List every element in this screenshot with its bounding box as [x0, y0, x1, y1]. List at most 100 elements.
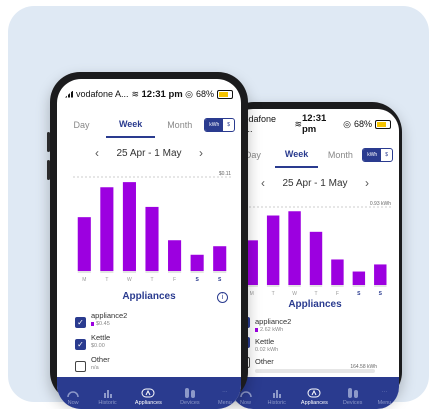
x-tick-label: M — [250, 291, 254, 297]
nav-label: Historic — [98, 400, 117, 406]
list-item: ✓ appliance2 $0.45 — [75, 311, 127, 328]
bar-6[interactable] — [213, 246, 227, 271]
battery-percent: 68% — [195, 89, 214, 99]
battery-icon — [375, 119, 391, 129]
item-name: Kettle — [91, 333, 111, 342]
item-name: Other — [255, 357, 274, 366]
nav-historic[interactable]: Historic — [98, 387, 117, 406]
info-icon[interactable]: i — [217, 292, 228, 303]
unit-dollar[interactable]: $ — [381, 149, 392, 161]
x-tick-label: M — [82, 277, 86, 283]
bar-3[interactable] — [145, 206, 159, 271]
color-swatch — [255, 327, 258, 332]
bar-4[interactable] — [168, 240, 182, 271]
nav-devices[interactable]: Devices — [342, 387, 363, 406]
unit-dollar[interactable]: $ — [223, 119, 234, 131]
date-range-label: 25 Apr - 1 May — [282, 177, 348, 189]
max-label: $0.11 — [219, 171, 231, 177]
unit-toggle[interactable]: kWh $ — [204, 118, 236, 132]
appliances-title-back: Appliances — [288, 299, 342, 310]
tab-day[interactable]: Day — [57, 113, 106, 137]
side-button — [47, 160, 50, 180]
x-tick-label: S — [379, 291, 383, 297]
nav-menu[interactable]: ⋯ Menu — [217, 387, 232, 407]
phone-back-screen: vodafone A...≋ 12:31 pm ◎68% Day Week Mo… — [231, 109, 399, 409]
bar-chart-front: $0.11 M T W T F S S — [73, 171, 231, 283]
status-time: 12:31 pm — [302, 113, 327, 135]
nav-label: Now — [67, 400, 79, 406]
nav-label: Menu — [217, 400, 232, 406]
checkbox-kettle[interactable]: ✓ — [75, 339, 86, 350]
chevron-right-icon[interactable]: › — [199, 146, 203, 160]
bar-chart-icon — [270, 387, 284, 398]
checkbox-other[interactable] — [75, 361, 86, 372]
x-tick-label: W — [292, 291, 297, 297]
battery-icon — [217, 89, 233, 99]
unit-kwh[interactable]: kWh — [363, 149, 382, 161]
nav-devices[interactable]: Devices — [180, 387, 200, 406]
chevron-left-icon[interactable]: ‹ — [261, 176, 265, 190]
nav-label: Appliances — [134, 400, 162, 406]
status-bar: vodafone A...≋ 12:31 pm ◎68% — [57, 79, 241, 109]
phone-front: vodafone A... ≋ 12:31 pm ◎ 68% Day Week Mo… — [47, 72, 248, 409]
item-name: Kettle — [255, 337, 275, 346]
bar-2[interactable] — [122, 182, 136, 271]
plug-icon — [141, 387, 155, 398]
x-tick-label: T — [272, 291, 275, 297]
x-tick-label: F — [173, 277, 176, 283]
chevron-right-icon[interactable]: › — [365, 176, 369, 190]
nav-label: Now — [240, 400, 252, 406]
tab-week[interactable]: Week — [274, 142, 319, 168]
date-range-label: 25 Apr - 1 May — [116, 147, 182, 159]
x-tick-label: T — [314, 291, 317, 297]
devices-icon — [183, 387, 197, 398]
nav-appliances[interactable]: Appliances — [135, 387, 162, 406]
status-bar: vodafone A...≋ 12:31 pm ◎68% — [231, 109, 399, 139]
item-name: Other — [91, 355, 110, 364]
nav-menu[interactable]: ⋯ Menu — [377, 387, 392, 407]
bar-chart-back: 0.93 kWh M T W T F S S — [241, 201, 391, 297]
color-swatch — [91, 321, 94, 326]
tab-week[interactable]: Week — [106, 112, 156, 138]
tab-month[interactable]: Month — [318, 143, 362, 167]
checkbox-appliance2[interactable]: ✓ — [75, 317, 86, 328]
bar-2[interactable] — [288, 211, 301, 285]
more-icon: ⋯ — [222, 389, 228, 396]
nav-label: Devices — [342, 400, 363, 406]
nav-label: Devices — [180, 400, 200, 406]
list-item: Other 164.58 kWh — [239, 357, 377, 373]
battery-percent: 68% — [353, 119, 372, 129]
location-icon: ◎ — [185, 88, 193, 99]
bar-3[interactable] — [309, 231, 323, 285]
item-value: 164.58 kWh — [350, 364, 377, 370]
location-icon: ◎ — [343, 118, 351, 129]
bar-5[interactable] — [190, 254, 204, 271]
nav-label: Menu — [377, 400, 392, 406]
unit-toggle[interactable]: kWh $ — [362, 148, 393, 162]
bottom-nav: Now Historic Appliances Devices ⋯ Menu — [231, 377, 399, 409]
bar-4[interactable] — [331, 259, 344, 285]
carrier-label: vodafone A... — [76, 89, 129, 99]
x-tick-label: S — [195, 277, 199, 283]
x-tick-label: S — [218, 277, 222, 283]
chevron-left-icon[interactable]: ‹ — [95, 146, 99, 160]
devices-icon — [346, 387, 360, 398]
bar-1[interactable] — [266, 215, 280, 285]
nav-label: Appliances — [300, 400, 328, 406]
item-name: appliance2 — [255, 317, 292, 326]
bar-6[interactable] — [374, 264, 387, 285]
tab-month[interactable]: Month — [155, 113, 204, 137]
wifi-icon: ≋ — [294, 118, 302, 129]
bar-5[interactable] — [352, 271, 366, 285]
nav-historic[interactable]: Historic — [268, 387, 286, 406]
list-item: ✓ Kettle $0.00 — [75, 333, 110, 350]
wifi-icon: ≋ — [131, 88, 140, 99]
bar-0[interactable] — [77, 217, 91, 271]
nav-now[interactable]: Now — [66, 387, 80, 406]
nav-appliances[interactable]: Appliances — [301, 387, 328, 406]
bar-1[interactable] — [100, 187, 114, 271]
x-tick-label: S — [357, 291, 361, 297]
unit-kwh[interactable]: kWh — [205, 119, 224, 131]
list-item: Other n/a — [75, 355, 110, 372]
bottom-nav: Now Historic Appliances Devices ⋯ Menu — [57, 377, 241, 409]
